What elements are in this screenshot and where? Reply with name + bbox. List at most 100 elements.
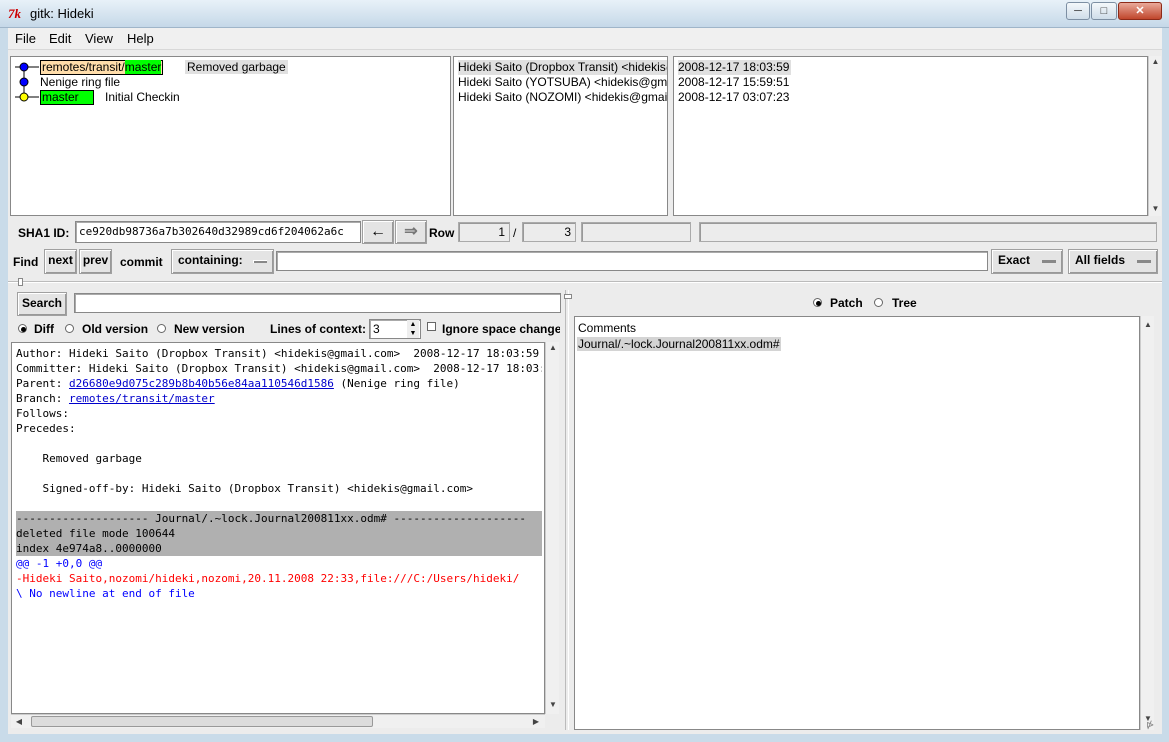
diff-vertical-scrollbar[interactable]: ▲ ▼ [545, 342, 559, 714]
pane-sash-handle[interactable] [18, 278, 23, 286]
file-list-scrollbar[interactable]: ▲ ▼ [1140, 316, 1154, 730]
close-icon: ✕ [1135, 5, 1145, 17]
window-title: gitk: Hideki [30, 6, 94, 21]
diff-file-header: index 4e974a8..0000000 [16, 541, 542, 556]
diff-radio[interactable] [18, 324, 27, 333]
author-cell: Hideki Saito (Dropbox Transit) <hidekis@… [458, 60, 667, 75]
find-type-label: commit [120, 255, 163, 269]
find-input[interactable] [276, 251, 988, 271]
progress-field [699, 222, 1157, 242]
diff-horizontal-scrollbar[interactable]: ◀ ▶ [11, 714, 545, 728]
scroll-down-icon[interactable]: ▼ [1149, 204, 1162, 213]
author-cell: Hideki Saito (NOZOMI) <hidekis@gmail.com… [458, 90, 667, 104]
row-total: 3 [522, 222, 576, 242]
commit-author-list[interactable]: Hideki Saito (Dropbox Transit) <hidekis@… [453, 56, 668, 216]
branch-link[interactable]: remotes/transit/master [69, 392, 215, 405]
forward-button[interactable]: ⇒ [395, 220, 427, 244]
scroll-down-icon[interactable]: ▼ [546, 700, 560, 709]
dropdown-indicator-icon [1137, 260, 1151, 263]
row-label: Row [429, 226, 455, 240]
diff-line: Signed-off-by: Hideki Saito (Dropbox Tra… [16, 482, 473, 495]
pane-sash[interactable] [8, 281, 1162, 283]
search-input[interactable] [74, 293, 561, 313]
find-prev-button[interactable]: prev [79, 249, 112, 274]
sha1-label: SHA1 ID: [18, 226, 70, 240]
scroll-thumb[interactable] [31, 716, 373, 727]
commit-graph-list[interactable]: remotes/transit/master Removed garbage N… [10, 56, 451, 216]
menu-help[interactable]: Help [127, 31, 154, 46]
tk-app-icon: 7k [8, 6, 21, 21]
diff-no-newline: \ No newline at end of file [16, 587, 195, 600]
diff-view[interactable]: Author: Hideki Saito (Dropbox Transit) <… [11, 342, 545, 714]
status-field [581, 222, 691, 242]
branch-ref-label[interactable]: master [40, 90, 94, 105]
author-cell: Hideki Saito (YOTSUBA) <hidekis@gmail.co… [458, 75, 667, 89]
main-window: File Edit View Help remotes/transit/mast… [8, 28, 1162, 734]
close-button[interactable]: ✕ [1118, 2, 1162, 20]
scroll-left-icon[interactable]: ◀ [12, 717, 26, 726]
remote-ref-label[interactable]: remotes/transit/master [40, 60, 164, 75]
commit-graph-lines [15, 62, 39, 102]
patch-radio[interactable] [813, 298, 822, 307]
diff-line-branch: Branch: remotes/transit/master [16, 392, 215, 405]
row-current: 1 [458, 222, 510, 242]
resize-grip-icon[interactable]: ⋫ [1146, 720, 1158, 732]
find-next-button[interactable]: next [44, 249, 77, 274]
new-version-label: New version [174, 322, 245, 336]
title-bar[interactable]: 7k gitk: Hideki ─ □ ✕ [0, 0, 1169, 28]
date-cell: 2008-12-17 18:03:59 [678, 60, 792, 75]
commit-list-scrollbar[interactable]: ▲ ▼ [1148, 56, 1161, 216]
right-arrow-icon: ⇒ [404, 223, 418, 240]
diff-label: Diff [34, 322, 54, 336]
scroll-up-icon[interactable]: ▲ [1149, 57, 1162, 66]
commit-message: Initial Checkin [105, 90, 180, 104]
diff-line-parent: Parent: d26680e9d075c289b8b40b56e84aa110… [16, 377, 460, 390]
menu-edit[interactable]: Edit [49, 31, 71, 46]
sha1-field[interactable]: ce920db98736a7b302640d32989cd6f204062a6c [75, 221, 361, 243]
new-version-radio[interactable] [157, 324, 166, 333]
file-list-item[interactable]: Journal/.~lock.Journal200811xx.odm# [577, 337, 781, 351]
menu-view[interactable]: View [85, 31, 113, 46]
patch-label: Patch [830, 296, 863, 310]
vertical-sash-handle[interactable] [564, 294, 572, 299]
old-version-label: Old version [82, 322, 149, 336]
menu-bar: File Edit View Help [8, 28, 1162, 50]
row-separator: / [513, 226, 517, 240]
minimize-icon: ─ [1074, 5, 1082, 17]
old-version-radio[interactable] [65, 324, 74, 333]
find-containing-select[interactable]: containing: [171, 249, 274, 274]
menu-file[interactable]: File [15, 31, 36, 46]
date-cell: 2008-12-17 15:59:51 [678, 75, 790, 89]
search-button[interactable]: Search [17, 292, 67, 316]
date-cell: 2008-12-17 03:07:23 [678, 90, 790, 104]
dropdown-indicator-icon [1042, 260, 1056, 263]
vertical-pane-sash[interactable] [565, 290, 569, 730]
ignore-space-checkbox[interactable] [427, 322, 436, 331]
commit-date-list[interactable]: 2008-12-17 18:03:59 2008-12-17 15:59:51 … [673, 56, 1148, 216]
dropdown-indicator-icon [253, 260, 267, 263]
scroll-right-icon[interactable]: ▶ [529, 717, 543, 726]
lines-of-context-spinbox[interactable]: 3 ▲ ▼ [369, 319, 421, 339]
minimize-button[interactable]: ─ [1066, 2, 1090, 20]
spin-arrows-icon[interactable]: ▲ ▼ [407, 320, 419, 338]
commit-message: Removed garbage [185, 60, 288, 74]
tree-radio[interactable] [874, 298, 883, 307]
scroll-up-icon[interactable]: ▲ [1141, 320, 1155, 329]
find-exact-select[interactable]: Exact [991, 249, 1063, 274]
diff-line: Removed garbage [16, 452, 142, 465]
back-button[interactable]: ← [362, 220, 394, 244]
tree-label: Tree [892, 296, 917, 310]
file-list[interactable]: Comments Journal/.~lock.Journal200811xx.… [574, 316, 1140, 730]
find-fields-select[interactable]: All fields [1068, 249, 1158, 274]
diff-file-header: deleted file mode 100644 [16, 526, 542, 541]
commit-message: Nenige ring file [40, 75, 121, 89]
maximize-button[interactable]: □ [1091, 2, 1117, 20]
scroll-up-icon[interactable]: ▲ [546, 343, 560, 352]
parent-commit-link[interactable]: d26680e9d075c289b8b40b56e84aa110546d1586 [69, 377, 334, 390]
diff-line: Precedes: [16, 422, 76, 435]
find-label: Find [13, 255, 39, 269]
file-list-item-comments[interactable]: Comments [578, 321, 636, 335]
maximize-icon: □ [1100, 5, 1108, 17]
diff-file-header: -------------------- Journal/.~lock.Jour… [16, 511, 542, 526]
left-arrow-icon: ← [370, 223, 386, 240]
